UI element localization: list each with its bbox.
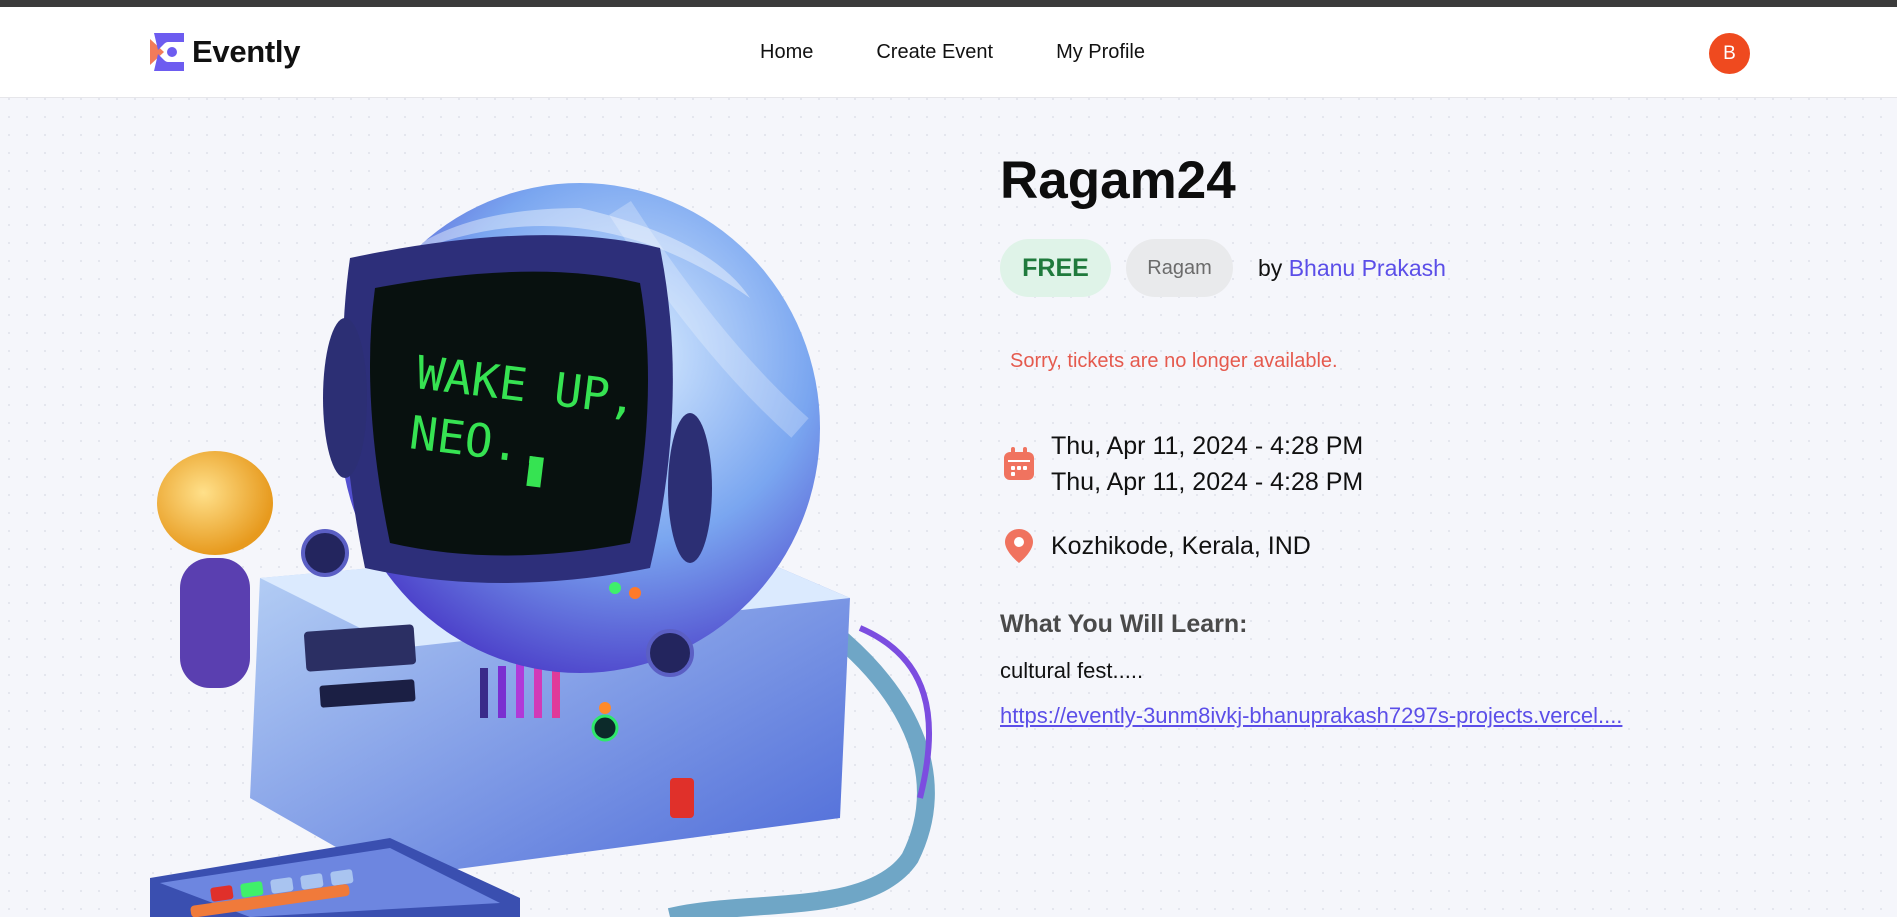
location-text: Kozhikode, Kerala, IND [1051, 531, 1311, 560]
event-title: Ragam24 [1000, 151, 1236, 210]
organizer-link[interactable]: Bhanu Prakash [1289, 255, 1446, 281]
category-badge: Ragam [1126, 239, 1233, 297]
event-location: Kozhikode, Kerala, IND [1003, 528, 1311, 564]
event-description: cultural fest..... [1000, 658, 1144, 683]
main-nav: Home Create Event My Profile [760, 41, 1145, 64]
browser-top-bar [0, 0, 1897, 7]
logo-text: Evently [192, 34, 301, 69]
logo-link[interactable]: Evently [150, 33, 300, 71]
organizer-line: by Bhanu Prakash [1258, 255, 1446, 282]
nav-create-event[interactable]: Create Event [876, 41, 993, 64]
site-header: Evently Home Create Event My Profile B [0, 7, 1897, 98]
location-pin-icon [1005, 529, 1033, 563]
evently-logo-icon [150, 33, 184, 71]
calendar-icon [1004, 447, 1034, 480]
end-datetime: Thu, Apr 11, 2024 - 4:28 PM [1051, 468, 1364, 496]
event-url-link[interactable]: https://evently-3unm8ivkj-bhanuprakash72… [1000, 703, 1695, 729]
event-dates: Thu, Apr 11, 2024 - 4:28 PM Thu, Apr 11,… [1003, 428, 1363, 500]
event-image: WAKE UP, NEO.. [150, 98, 950, 917]
price-badge: FREE [1000, 239, 1111, 297]
user-avatar[interactable]: B [1709, 33, 1750, 74]
nav-home[interactable]: Home [760, 41, 813, 64]
nav-my-profile[interactable]: My Profile [1056, 41, 1145, 64]
availability-message: Sorry, tickets are no longer available. [1010, 350, 1338, 372]
event-meta-row: FREE Ragam by Bhanu Prakash [1000, 239, 1446, 297]
start-datetime: Thu, Apr 11, 2024 - 4:28 PM [1051, 432, 1364, 460]
learn-heading: What You Will Learn: [1000, 610, 1248, 638]
by-prefix: by [1258, 254, 1283, 281]
